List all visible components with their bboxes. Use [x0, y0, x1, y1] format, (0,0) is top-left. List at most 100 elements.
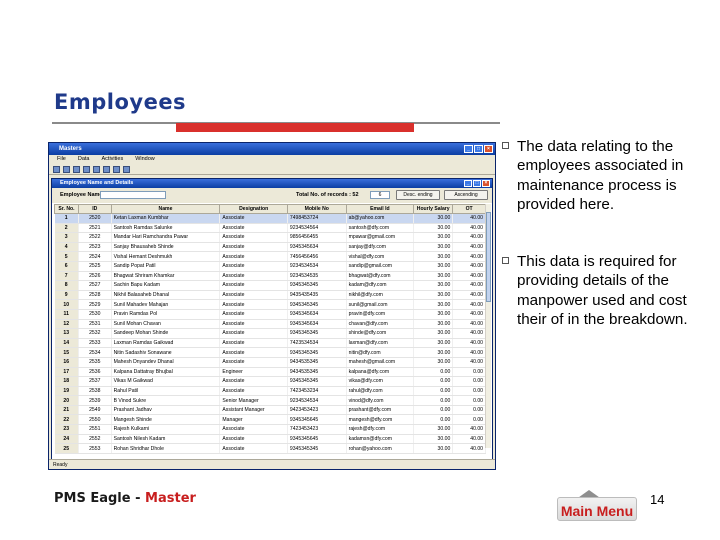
close-button[interactable]: ×	[484, 145, 493, 153]
grid-cell[interactable]: 40.00	[452, 251, 486, 262]
grid-column-header[interactable]: OT	[452, 204, 486, 214]
form-minimize-button[interactable]: _	[464, 180, 472, 187]
grid-cell[interactable]: 2523	[78, 242, 112, 253]
grid-cell[interactable]: Sandip Popat Patil	[111, 261, 221, 272]
grid-cell[interactable]: B Vinod Sukre	[111, 395, 221, 406]
grid-cell[interactable]: Associate	[219, 290, 288, 301]
grid-cell[interactable]: 30.00	[413, 299, 454, 310]
menu-data[interactable]: Data	[78, 155, 90, 164]
grid-cell[interactable]: Associate	[219, 223, 288, 234]
grid-cell[interactable]: kadam@dfy.com	[346, 280, 415, 291]
grid-cell[interactable]: 23	[54, 424, 79, 435]
grid-cell[interactable]: 9234534564	[287, 223, 347, 234]
grid-cell[interactable]: Engineer	[219, 367, 288, 378]
grid-cell[interactable]: 9434535345	[287, 357, 347, 368]
grid-cell[interactable]: 30.00	[413, 309, 454, 320]
grid-cell[interactable]: 25	[54, 443, 79, 454]
menu-file[interactable]: File	[57, 155, 66, 164]
table-row[interactable]: 19 2538 Rahul Patil Associate 7423453234 rahu…	[54, 386, 486, 397]
table-row[interactable]: 12 2531 Sunil Mohan Chavan Associate 9345345…	[54, 319, 486, 330]
table-row[interactable]: 2 2521 Santosh Ramdas Salunke Associate 9234…	[54, 223, 486, 234]
grid-cell[interactable]: 6	[54, 261, 79, 272]
grid-cell[interactable]: Associate	[219, 338, 288, 349]
grid-cell[interactable]: 3	[54, 232, 79, 243]
grid-cell[interactable]: 0.00	[413, 367, 454, 378]
main-menu-button[interactable]: Main Menu	[557, 497, 637, 521]
grid-cell[interactable]: 30.00	[413, 357, 454, 368]
grid-cell[interactable]: 9345345634	[287, 309, 347, 320]
grid-cell[interactable]: 9234534534	[287, 395, 347, 406]
grid-cell[interactable]: 0.00	[452, 367, 486, 378]
grid-cell[interactable]: pravin@dfy.com	[346, 309, 415, 320]
grid-cell[interactable]: shinde@dfy.com	[346, 328, 415, 339]
grid-cell[interactable]: Rajesh Kulkarni	[111, 424, 221, 435]
grid-cell[interactable]: sandip@gmail.com	[346, 261, 415, 272]
grid-cell[interactable]: 2534	[78, 347, 112, 358]
grid-cell[interactable]: Kalpana Dattatray Bhujbal	[111, 367, 221, 378]
grid-cell[interactable]: 7423453423	[287, 424, 347, 435]
grid-column-header[interactable]: ID	[77, 204, 112, 214]
grid-cell[interactable]: 30.00	[413, 242, 454, 253]
descending-button[interactable]: Desc. ending	[396, 190, 440, 200]
grid-cell[interactable]: 2526	[78, 271, 112, 282]
employee-name-input[interactable]	[100, 191, 166, 199]
ascending-button[interactable]: Ascending	[444, 190, 488, 200]
grid-cell[interactable]: 40.00	[452, 319, 486, 330]
grid-cell[interactable]: 9345345645	[287, 414, 347, 426]
grid-cell[interactable]: Associate	[219, 309, 288, 320]
filter-icon[interactable]	[113, 165, 120, 173]
form-maximize-button[interactable]: □	[473, 180, 481, 187]
grid-cell[interactable]: Sanjay Bhausaheb Shinde	[111, 242, 221, 253]
grid-cell[interactable]: Associate	[219, 386, 288, 397]
grid-cell[interactable]: 14	[54, 338, 79, 349]
grid-cell[interactable]: Rohan Shridhar Dhole	[111, 443, 221, 454]
grid-cell[interactable]: 30.00	[413, 213, 454, 224]
grid-cell[interactable]: 0.00	[452, 395, 486, 406]
grid-cell[interactable]: Senior Manager	[219, 395, 288, 406]
grid-cell[interactable]: Ketan Laxman Kumbhar	[111, 213, 221, 224]
grid-cell[interactable]: 9345345634	[287, 242, 347, 253]
grid-cell[interactable]: Associate	[219, 271, 288, 282]
grid-cell[interactable]: rahul@dfy.com	[346, 386, 415, 397]
table-row[interactable]: 4 2523 Sanjay Bhausaheb Shinde Associate 934…	[54, 242, 486, 253]
table-row[interactable]: 10 2529 Sunil Mahadev Mahajan Associate 9345…	[54, 299, 486, 310]
grid-cell[interactable]: 30.00	[413, 347, 454, 358]
grid-cell[interactable]: 30.00	[413, 280, 454, 291]
table-row[interactable]: 24 2552 Santosh Nilesh Kadam Associate 93453…	[54, 434, 486, 445]
grid-cell[interactable]: 0.00	[413, 395, 454, 406]
grid-cell[interactable]: 11	[54, 309, 79, 320]
grid-cell[interactable]: 30.00	[413, 223, 454, 234]
grid-cell[interactable]: 16	[54, 357, 79, 368]
grid-cell[interactable]: kalpana@dfy.com	[346, 367, 415, 378]
grid-cell[interactable]: vishal@dfy.com	[346, 251, 415, 262]
grid-cell[interactable]: 7456456456	[287, 251, 347, 262]
table-row[interactable]: 9 2528 Nikhil Balasaheb Dhanal Associate 943…	[54, 290, 486, 301]
grid-cell[interactable]: 9434535345	[287, 367, 347, 378]
grid-cell[interactable]: 2538	[78, 386, 112, 397]
grid-cell[interactable]: 0.00	[413, 376, 454, 387]
table-row[interactable]: 25 2553 Rohan Shridhar Dhole Associate 93453…	[54, 443, 486, 454]
grid-cell[interactable]: 0.00	[452, 386, 486, 397]
grid-cell[interactable]: 2530	[78, 309, 112, 320]
grid-cell[interactable]: Associate	[219, 251, 288, 262]
grid-cell[interactable]: 9345345345	[287, 328, 347, 339]
grid-cell[interactable]: 9345345345	[287, 376, 347, 387]
grid-cell[interactable]: 40.00	[452, 271, 486, 282]
grid-cell[interactable]: Associate	[219, 328, 288, 339]
grid-column-header[interactable]: Designation	[219, 204, 288, 214]
table-row[interactable]: 18 2537 Vikas M Gaikwad Associate 9345345345…	[54, 376, 486, 387]
grid-cell[interactable]: 19	[54, 386, 79, 397]
grid-cell[interactable]: 9435435435	[287, 290, 347, 301]
grid-cell[interactable]: rajesh@dfy.com	[346, 424, 415, 435]
grid-cell[interactable]: 21	[54, 405, 79, 416]
grid-cell[interactable]: 40.00	[452, 280, 486, 291]
grid-cell[interactable]: Associate	[219, 357, 288, 368]
grid-cell[interactable]: ab@yahoo.com	[346, 213, 415, 224]
grid-cell[interactable]: 20	[54, 395, 79, 406]
grid-cell[interactable]: 1	[54, 213, 79, 224]
grid-cell[interactable]: Nitin Sadashiv Sonawane	[111, 347, 221, 358]
grid-cell[interactable]: 30.00	[413, 434, 454, 445]
grid-cell[interactable]: 2551	[78, 424, 112, 435]
grid-cell[interactable]: Associate	[219, 376, 288, 387]
grid-column-header[interactable]: Hourly Salary	[413, 204, 454, 214]
